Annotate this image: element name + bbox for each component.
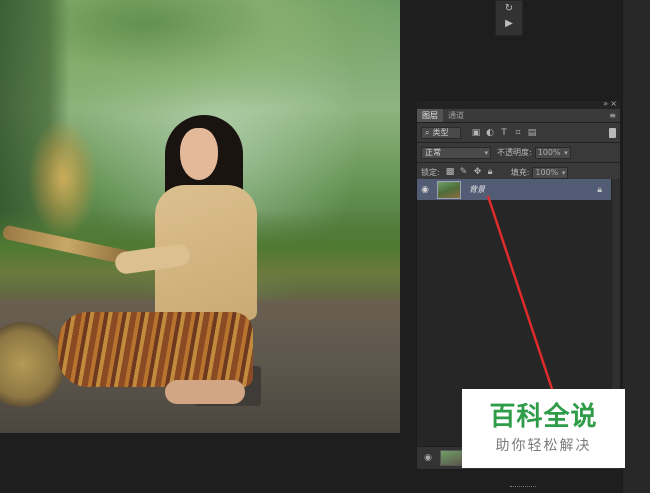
watermark-logo: 百科全说 助你轻松解决 xyxy=(462,389,625,468)
mini-toolbar: ↻ ▶ xyxy=(495,0,523,36)
shape-filter-icon[interactable]: ⌗ xyxy=(513,128,523,138)
history-icon[interactable]: ↻ xyxy=(502,3,516,15)
woman-face xyxy=(180,128,218,180)
right-dock xyxy=(622,0,650,493)
opacity-field[interactable]: 100% ▾ xyxy=(534,146,571,159)
woman-feet xyxy=(165,380,245,404)
panel-tabs: 图层 通道 ≡ xyxy=(417,109,620,123)
lock-all-icon[interactable]: 🔒︎ xyxy=(488,168,497,177)
image-filter-icon[interactable]: ▣ xyxy=(471,128,481,138)
lock-transparent-icon[interactable]: ▩ xyxy=(446,168,455,177)
smartobject-filter-icon[interactable]: ▤ xyxy=(527,128,537,138)
collapse-icon[interactable]: » xyxy=(603,99,608,108)
adjustment-filter-icon[interactable]: ◐ xyxy=(485,128,495,138)
filter-row: ⌕ 类型 ▣ ◐ T ⌗ ▤ xyxy=(417,123,620,143)
tab-channels[interactable]: 通道 xyxy=(443,109,469,122)
filter-kind-label: 类型 xyxy=(432,128,449,137)
type-filter-icon[interactable]: T xyxy=(499,128,509,138)
chevron-down-icon: ▾ xyxy=(561,168,566,177)
layer-name[interactable]: 背景 xyxy=(469,184,485,195)
foliage xyxy=(40,0,400,120)
fill-field[interactable]: 100% ▾ xyxy=(532,166,569,179)
lock-pixels-icon[interactable]: ✎ xyxy=(460,168,469,177)
close-icon[interactable]: × xyxy=(610,99,617,108)
blend-row: 正常 ▾ 不透明度: 100% ▾ xyxy=(417,143,620,163)
watermark-subtitle: 助你轻松解决 xyxy=(495,438,592,454)
opacity-label: 不透明度: xyxy=(497,148,532,157)
lock-icon: 🔒︎ xyxy=(597,184,602,195)
canvas-photo[interactable] xyxy=(0,0,400,433)
chevron-down-icon: ▾ xyxy=(564,148,568,157)
lock-label: 锁定: xyxy=(421,168,440,177)
filter-toggle[interactable] xyxy=(609,127,616,138)
search-icon: ⌕ xyxy=(425,127,430,137)
rice-grains xyxy=(28,118,98,238)
lock-position-icon[interactable]: ✥ xyxy=(474,168,483,177)
panel-menu-icon[interactable]: ≡ xyxy=(609,109,616,122)
layer-thumbnail xyxy=(437,180,461,199)
layer-row[interactable]: ◉ 背景 🔒︎ xyxy=(417,179,620,200)
filter-kind-select[interactable]: ⌕ 类型 xyxy=(421,126,461,139)
tab-layers[interactable]: 图层 xyxy=(417,109,443,122)
blend-mode-select[interactable]: 正常 ▾ xyxy=(421,146,491,159)
eye-icon[interactable]: ◉ xyxy=(417,185,433,195)
panel-titlebar: » × xyxy=(417,99,620,109)
play-icon[interactable]: ▶ xyxy=(502,18,516,30)
chevron-down-icon: ▾ xyxy=(484,148,488,157)
fill-label: 填充: xyxy=(510,168,530,177)
watermark-title: 百科全说 xyxy=(489,402,598,432)
layer-thumbnail xyxy=(440,450,464,466)
blend-mode-value: 正常 xyxy=(425,147,441,157)
opacity-value: 100% xyxy=(537,147,561,157)
woman-skirt xyxy=(58,312,253,387)
resize-grip[interactable] xyxy=(510,486,536,490)
eye-icon[interactable]: ◉ xyxy=(420,453,436,463)
fill-value: 100% xyxy=(535,167,559,177)
